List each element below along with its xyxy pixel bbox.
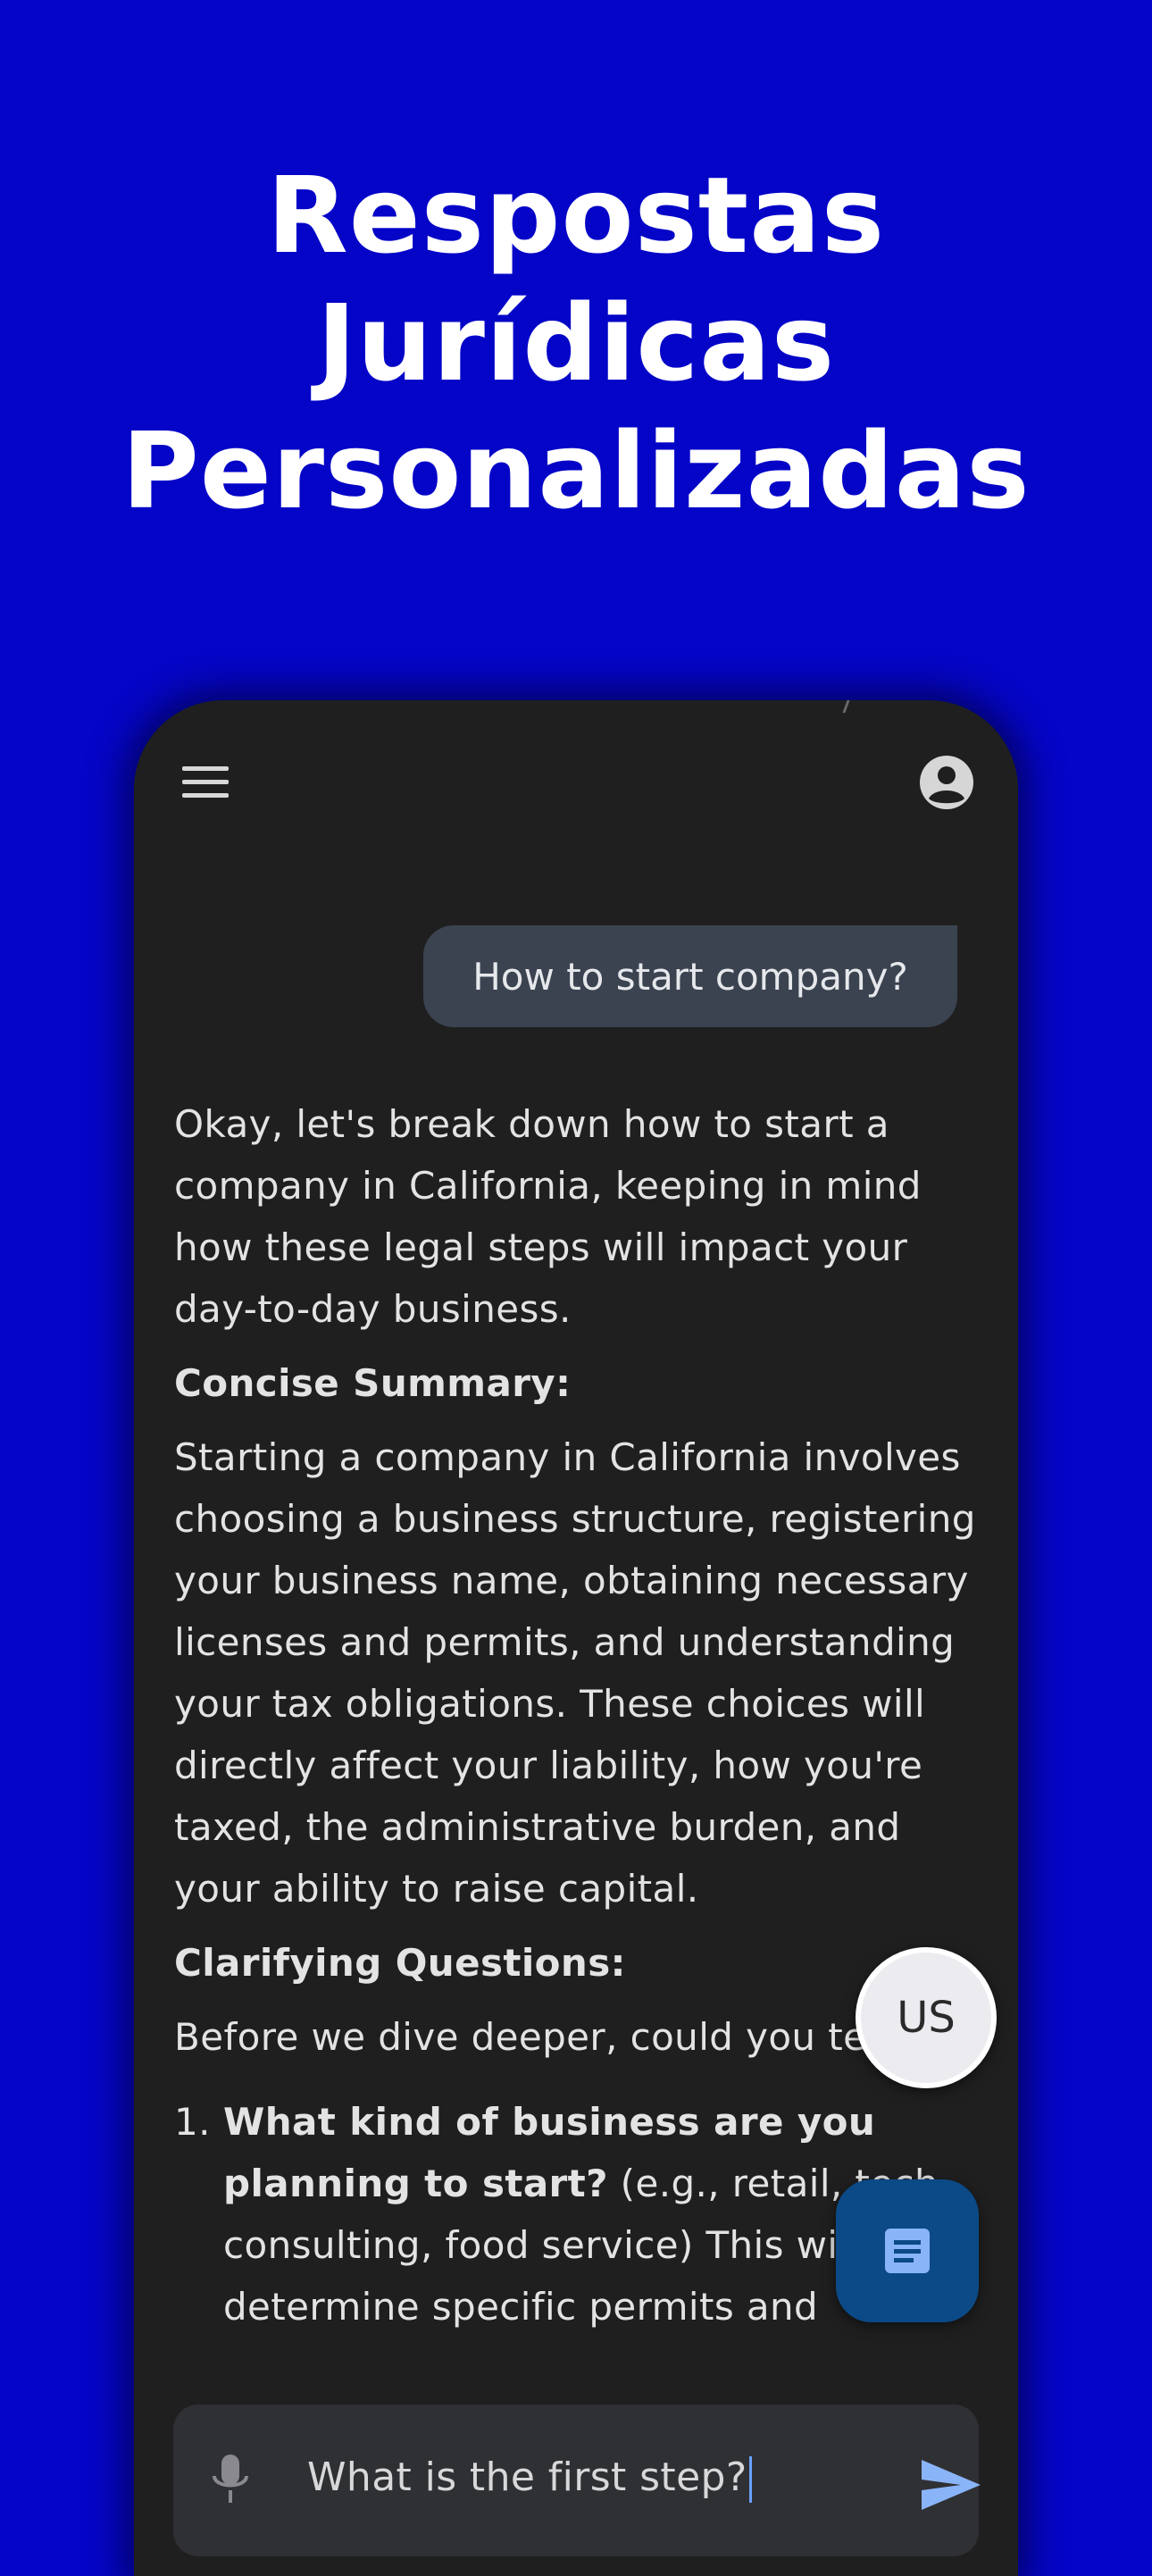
chat-input-field[interactable]: What is the first step? [307, 2451, 752, 2505]
microphone-icon[interactable] [211, 2453, 250, 2506]
document-button[interactable] [836, 2179, 979, 2322]
phone-screen: How to start company? Okay, let's break … [134, 700, 1018, 2576]
user-message-text: How to start company? [472, 954, 908, 999]
user-message-bubble: How to start company? [423, 925, 957, 1027]
list-item-number: 1. [174, 2100, 211, 2144]
summary-heading: Concise Summary: [174, 1361, 572, 1405]
headline: Respostas Jurídicas Personalizadas [0, 152, 1152, 535]
assistant-answer: Okay, let's break down how to start a co… [174, 1093, 996, 2338]
hamburger-menu-icon[interactable] [180, 759, 230, 806]
headline-line-3: Personalizadas [121, 409, 1031, 532]
answer-intro: Okay, let's break down how to start a co… [174, 1102, 922, 1331]
headline-line-1: Respostas [266, 154, 886, 277]
language-button[interactable]: US [856, 1947, 997, 2088]
headline-line-2: Jurídicas [316, 281, 836, 405]
camera-mark [842, 700, 857, 713]
summary-body: Starting a company in California involve… [174, 1435, 976, 1911]
document-icon [885, 2229, 930, 2273]
language-label: US [897, 1993, 956, 2043]
account-circle-icon[interactable] [918, 754, 975, 811]
chat-input-value: What is the first step? [307, 2455, 747, 2500]
send-icon[interactable] [920, 2458, 982, 2512]
text-caret [748, 2456, 752, 2503]
chat-input-bar: What is the first step? [173, 2405, 982, 2556]
